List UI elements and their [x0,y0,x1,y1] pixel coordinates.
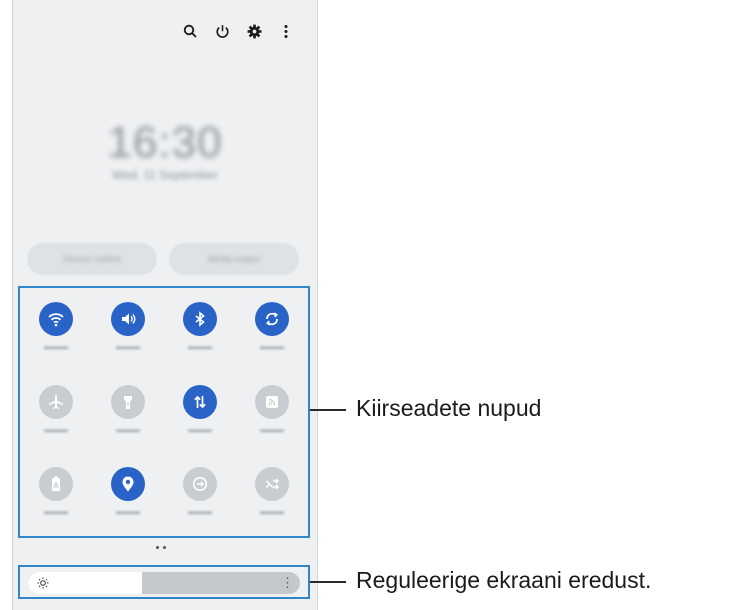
sun-icon [37,577,49,589]
more-vertical-icon[interactable] [277,22,295,40]
quick-setting-tile[interactable]: ▬▬▬ [236,288,308,371]
quick-setting-tile[interactable]: ▬▬▬ [92,453,164,536]
quick-setting-tile[interactable]: ▬▬▬ [164,288,236,371]
tile-label-blurred: ▬▬▬ [44,507,68,517]
gear-icon[interactable] [245,22,263,40]
mobile-data-icon[interactable] [183,384,217,419]
tile-label-blurred: ▬▬▬ [260,424,284,434]
airplane-icon[interactable] [39,384,73,419]
brightness-more-icon[interactable]: ⋮ [281,575,294,591]
wifi-icon[interactable] [39,302,73,336]
tile-label-blurred: ▬▬▬ [116,342,140,351]
tile-label-blurred: ▬▬▬ [188,342,212,351]
tile-label-blurred: ▬▬▬ [44,424,68,434]
quick-setting-tile[interactable]: ▬▬▬ [20,288,92,371]
page-indicator [156,546,166,549]
cast-icon[interactable] [255,384,289,419]
quick-setting-tile[interactable]: ▬▬▬ [92,371,164,454]
clock-blurred: 16:30 [107,118,223,167]
tile-label-blurred: ▬▬▬ [116,424,140,434]
quick-setting-tile[interactable]: ▬▬▬ [20,371,92,454]
quick-setting-tile[interactable]: ▬▬▬ [236,453,308,536]
brightness-highlight: ⋮ [18,565,310,599]
tile-label-blurred: ▬▬▬ [188,507,212,517]
tile-label-blurred: ▬▬▬ [260,342,284,351]
bluetooth-icon[interactable] [183,302,217,336]
quick-setting-tile[interactable]: ▬▬▬ [20,453,92,536]
flashlight-icon[interactable] [111,384,145,419]
device-control-button-blurred[interactable]: Device control [27,243,157,275]
callout-quick-settings: Kiirseadete nupud [356,395,542,421]
search-icon[interactable] [181,22,199,40]
brightness-slider[interactable]: ⋮ [28,572,300,594]
quick-settings-grid: ▬▬▬ ▬▬▬ ▬▬▬ ▬▬▬ ▬▬▬ ▬▬▬ ▬▬▬ ▬▬▬ ▬▬▬ ▬▬▬ ▬▬▬ ▬▬▬ [20,288,308,536]
date-blurred: Wed, 11 September [112,168,218,182]
quick-setting-tile[interactable]: ▬▬▬ [236,371,308,454]
location-icon[interactable] [111,467,145,502]
top-toolbar [181,22,295,40]
power-saving-icon[interactable] [39,467,73,502]
tile-label-blurred: ▬▬▬ [260,507,284,517]
callout-line-brightness [310,581,346,583]
tile-label-blurred: ▬▬▬ [116,507,140,517]
sound-icon[interactable] [111,302,145,336]
quick-setting-tile[interactable]: ▬▬▬ [92,288,164,371]
page-dot [156,546,159,549]
callout-brightness: Reguleerige ekraani eredust. [356,567,652,593]
auto-rotate-icon[interactable] [255,302,289,336]
callout-line-quick-settings [310,409,346,411]
tile-label-blurred: ▬▬▬ [44,342,68,351]
power-icon[interactable] [213,22,231,40]
shuffle-icon[interactable] [255,467,289,502]
quick-setting-tile[interactable]: ▬▬▬ [164,453,236,536]
sync-icon[interactable] [183,467,217,502]
quick-settings-panel: ▬▬▬ ▬▬▬ ▬▬▬ ▬▬▬ ▬▬▬ ▬▬▬ ▬▬▬ ▬▬▬ ▬▬▬ ▬▬▬ ▬▬▬ ▬▬▬ [18,286,310,538]
tile-label-blurred: ▬▬▬ [188,424,212,434]
media-output-button-blurred[interactable]: Media output [169,243,299,275]
quick-setting-tile[interactable]: ▬▬▬ [164,371,236,454]
page-dot [163,546,166,549]
